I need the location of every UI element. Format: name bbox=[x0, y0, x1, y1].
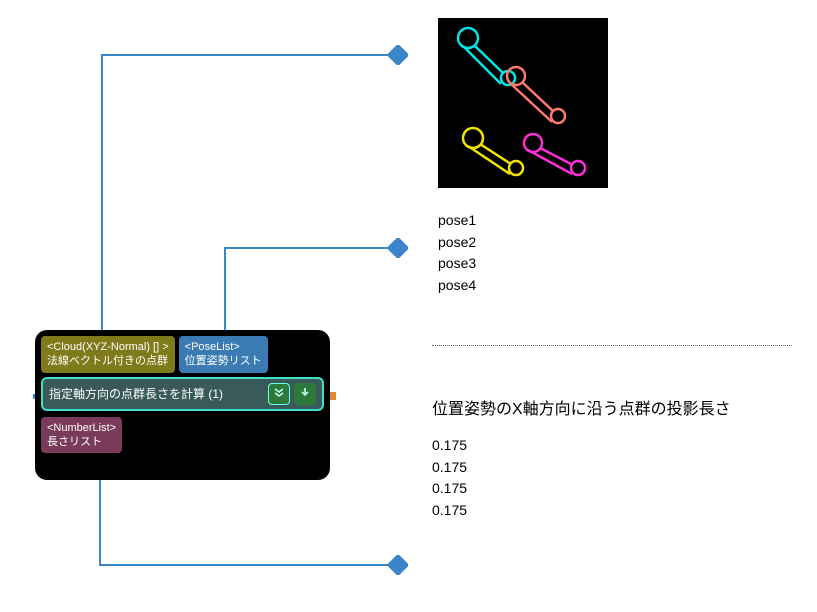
length-heading: 位置姿勢のX軸方向に沿う点群の投影長さ bbox=[432, 395, 731, 419]
pose-item: pose4 bbox=[438, 275, 476, 297]
port-label: 位置姿勢リスト bbox=[185, 354, 262, 368]
pose-item: pose1 bbox=[438, 210, 476, 232]
node-title: 指定軸方向の点群長さを計算 (1) bbox=[49, 385, 264, 402]
chevrons-down-icon bbox=[273, 386, 285, 401]
compute-node[interactable]: <Cloud(XYZ-Normal) [] > 法線ベクトル付きの点群 <Pos… bbox=[35, 330, 330, 480]
point-cloud-thumbnail bbox=[438, 18, 608, 188]
section-divider bbox=[432, 345, 792, 346]
length-list: 0.175 0.175 0.175 0.175 bbox=[432, 435, 467, 522]
download-arrow-icon bbox=[299, 386, 311, 401]
port-label: 長さリスト bbox=[47, 435, 116, 449]
rod-4 bbox=[524, 134, 585, 175]
pose-item: pose3 bbox=[438, 253, 476, 275]
port-type: <PoseList> bbox=[185, 340, 262, 354]
input-port-row: <Cloud(XYZ-Normal) [] > 法線ベクトル付きの点群 <Pos… bbox=[41, 336, 324, 373]
pose-list: pose1 pose2 pose3 pose4 bbox=[438, 210, 476, 297]
length-item: 0.175 bbox=[432, 500, 467, 522]
length-item: 0.175 bbox=[432, 478, 467, 500]
length-item: 0.175 bbox=[432, 435, 467, 457]
pose-item: pose2 bbox=[438, 232, 476, 254]
length-item: 0.175 bbox=[432, 457, 467, 479]
numberlist-port[interactable]: <NumberList> 長さリスト bbox=[41, 417, 122, 454]
expand-button[interactable] bbox=[268, 383, 290, 405]
thumbnail-svg bbox=[438, 18, 608, 188]
cloud-port[interactable]: <Cloud(XYZ-Normal) [] > 法線ベクトル付きの点群 bbox=[41, 336, 175, 373]
port-label: 法線ベクトル付きの点群 bbox=[47, 354, 169, 368]
port-type: <NumberList> bbox=[47, 421, 116, 435]
connector-lines bbox=[0, 0, 817, 612]
rod-3 bbox=[463, 128, 523, 175]
action-button[interactable] bbox=[294, 383, 316, 405]
port-type: <Cloud(XYZ-Normal) [] > bbox=[47, 340, 169, 354]
node-title-row[interactable]: 指定軸方向の点群長さを計算 (1) bbox=[41, 377, 324, 411]
poselist-port[interactable]: <PoseList> 位置姿勢リスト bbox=[179, 336, 268, 373]
output-port-row: <NumberList> 長さリスト bbox=[41, 417, 324, 454]
